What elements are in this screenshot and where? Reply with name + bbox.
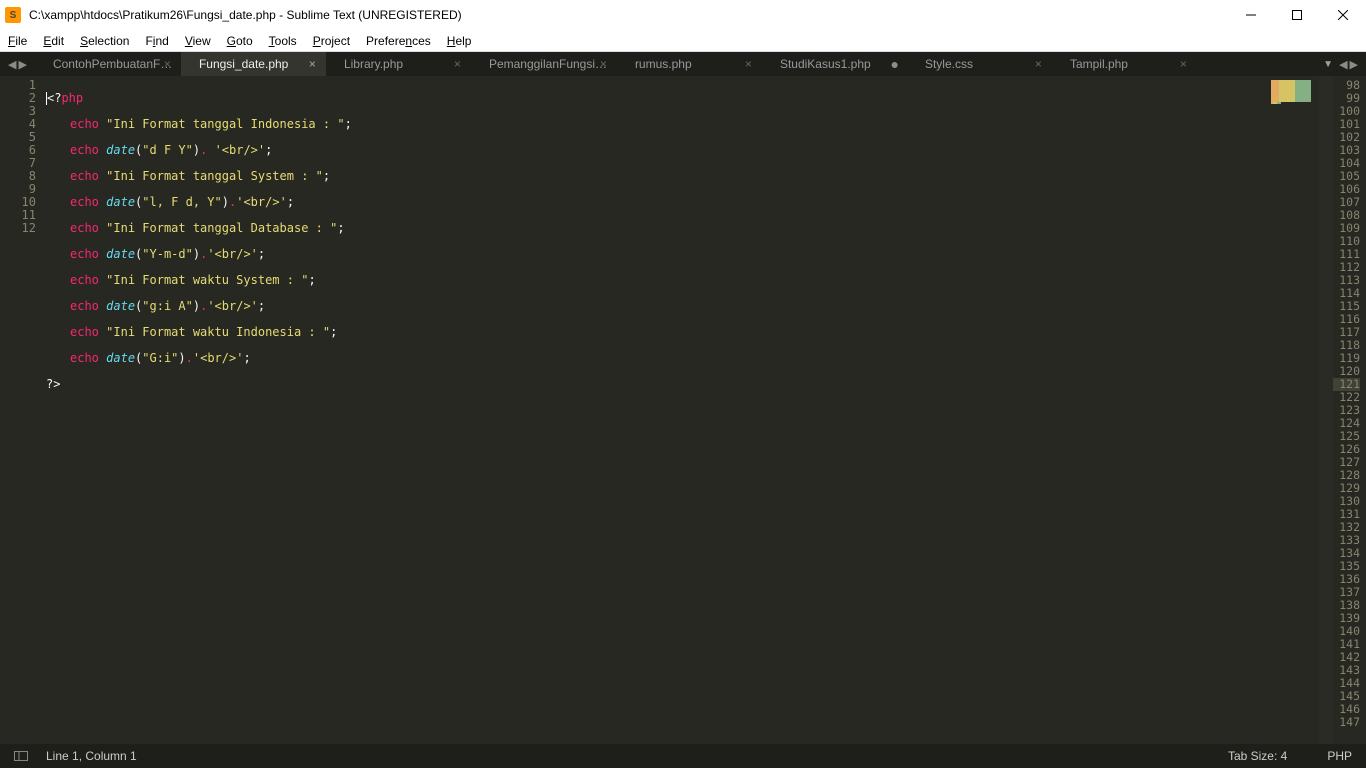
close-button[interactable] (1320, 0, 1366, 30)
app-icon: S (5, 7, 21, 23)
editor-area: 123456789101112 <?php echo "Ini Format t… (0, 76, 1366, 744)
vertical-scrollbar[interactable] (1319, 76, 1333, 744)
tab-close-icon[interactable]: × (164, 57, 171, 71)
tab-style-css[interactable]: Style.css × (907, 52, 1052, 76)
menu-preferences[interactable]: Preferences (358, 32, 439, 50)
tab-scroll-right-icon[interactable]: ▶ (1350, 58, 1358, 71)
status-bar: Line 1, Column 1 Tab Size: 4 PHP (0, 744, 1366, 768)
tab-history-back-icon[interactable]: ◀ (8, 58, 16, 71)
cursor-position[interactable]: Line 1, Column 1 (46, 749, 137, 763)
right-gutter[interactable]: 9899100101102103104105106107108109110111… (1333, 76, 1366, 744)
tab-size[interactable]: Tab Size: 4 (1228, 749, 1287, 763)
tab-dropdown-icon[interactable]: ▼ (1319, 59, 1337, 70)
tab-library-php[interactable]: Library.php × (326, 52, 471, 76)
window-title: C:\xampp\htdocs\Pratikum26\Fungsi_date.p… (29, 8, 462, 22)
tab-close-icon[interactable]: × (1180, 57, 1187, 71)
tab-close-icon[interactable]: × (454, 57, 461, 71)
menu-tools[interactable]: Tools (261, 32, 305, 50)
tab-label: Library.php (344, 57, 403, 71)
tab-scroll-left-icon[interactable]: ◀ (1339, 58, 1347, 71)
line-gutter[interactable]: 123456789101112 (0, 76, 46, 744)
tab-studikasus1-php[interactable]: StudiKasus1.php ● (762, 52, 907, 76)
menu-goto[interactable]: Goto (219, 32, 261, 50)
tab-label: Style.css (925, 57, 973, 71)
tab-close-icon[interactable]: × (600, 57, 607, 71)
code-editor[interactable]: <?php echo "Ini Format tanggal Indonesia… (46, 76, 1189, 744)
tab-pemanggilanfungsi-php[interactable]: PemanggilanFungsi.php× (471, 52, 617, 76)
menu-bar: File Edit Selection Find View Goto Tools… (0, 30, 1366, 52)
menu-project[interactable]: Project (305, 32, 358, 50)
tab-dirty-icon[interactable]: ● (890, 56, 898, 72)
tab-label: ContohPembuatanFungsi.php (53, 57, 173, 71)
menu-edit[interactable]: Edit (35, 32, 72, 50)
tab-label: PemanggilanFungsi.php (489, 57, 609, 71)
menu-help[interactable]: Help (439, 32, 480, 50)
syntax-mode[interactable]: PHP (1327, 749, 1352, 763)
tab-history-forward-icon[interactable]: ▶ (18, 58, 26, 71)
menu-view[interactable]: View (177, 32, 219, 50)
menu-selection[interactable]: Selection (72, 32, 137, 50)
tab-label: Tampil.php (1070, 57, 1128, 71)
tab-tampil-php[interactable]: Tampil.php × (1052, 52, 1197, 76)
menu-file[interactable]: File (0, 32, 35, 50)
tab-rumus-php[interactable]: rumus.php × (617, 52, 762, 76)
tab-close-icon[interactable]: × (309, 57, 316, 71)
maximize-button[interactable] (1274, 0, 1320, 30)
tab-label: StudiKasus1.php (780, 57, 871, 71)
tab-label: Fungsi_date.php (199, 57, 288, 71)
tab-close-icon[interactable]: × (1035, 57, 1042, 71)
tab-contohpembuatanfungsi-php[interactable]: ContohPembuatanFungsi.php× (35, 52, 181, 76)
tab-fungsi-date-php[interactable]: Fungsi_date.php × (181, 52, 326, 76)
menu-find[interactable]: Find (137, 32, 176, 50)
panel-switcher-icon[interactable] (14, 751, 28, 761)
tab-close-icon[interactable]: × (745, 57, 752, 71)
title-bar: S C:\xampp\htdocs\Pratikum26\Fungsi_date… (0, 0, 1366, 30)
minimap[interactable] (1189, 76, 1319, 744)
tab-bar: ◀ ▶ ContohPembuatanFungsi.php×Fungsi_dat… (0, 52, 1366, 76)
tab-label: rumus.php (635, 57, 692, 71)
minimize-button[interactable] (1228, 0, 1274, 30)
